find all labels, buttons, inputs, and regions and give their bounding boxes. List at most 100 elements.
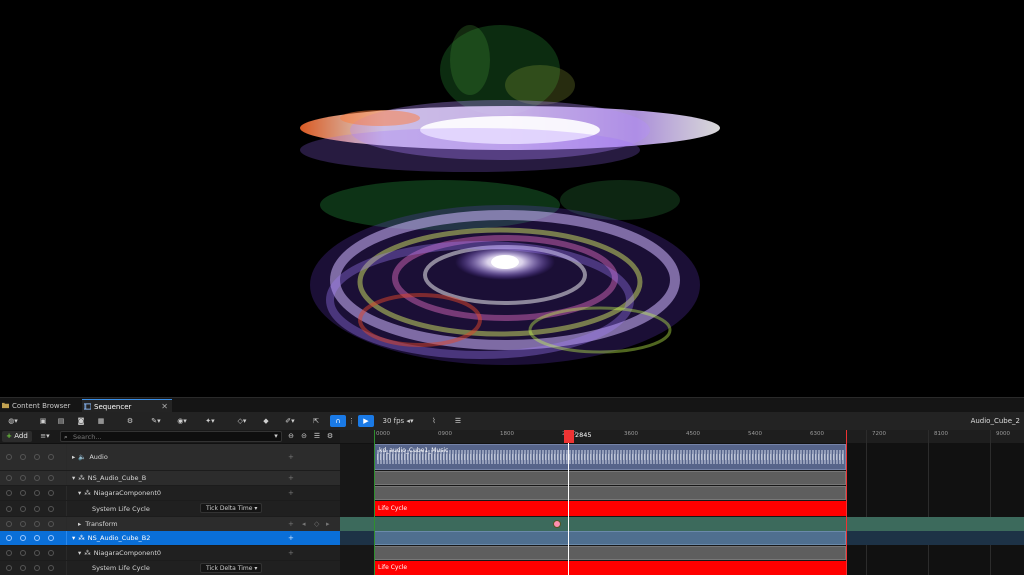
particle-render [300,25,720,365]
component-section[interactable] [374,486,846,500]
dropdown-value: Tick Delta Time [206,505,253,512]
next-key-icon[interactable]: ▸ [326,517,330,531]
row-controls [0,531,67,545]
level-viewport[interactable] [0,0,1024,397]
view-options-icon[interactable]: ◉▾ [172,415,192,427]
tick-delta-dropdown[interactable]: Tick Delta Time ▾ [200,503,262,513]
niagara-icon: ⁂ [78,534,85,542]
add-key-icon[interactable]: + [288,531,294,545]
row-controls [0,501,67,516]
outliner-row-niagara-component[interactable]: ▾ ⁂ NiagaraComponent0 + [0,486,340,500]
key-icon[interactable]: ◇ [314,517,319,531]
component-section-2[interactable] [374,546,846,560]
outliner-row-ns-audio-cube-b2[interactable]: ▾ ⁂ NS_Audio_Cube_B2 + [0,531,340,545]
collapse-icon[interactable]: ⊖ [286,430,296,442]
add-key-icon[interactable]: + [288,444,294,470]
save-as-icon[interactable]: ▤ [56,415,66,427]
timeline-options-icon[interactable]: ☰ [452,415,464,427]
row-label: System Life Cycle [92,501,150,516]
playhead-line[interactable] [568,430,569,575]
audio-section[interactable]: kd_audio_Cube1_Music [374,444,846,470]
search-input[interactable]: ⌕ Search... [60,431,282,442]
search-icon: ⌕ [64,433,68,441]
keyframe-icon[interactable]: ◆ [260,415,272,427]
outliner-row-transform[interactable]: ▸ Transform + ◂ ◇ ▸ [0,517,340,531]
add-key-icon[interactable]: + [288,471,294,485]
row-label: ▸ Transform [78,520,118,528]
folder-icon [2,402,9,409]
tick-label: 8100 [934,431,948,437]
row-controls [0,444,67,470]
life-cycle-section-2[interactable]: Life Cycle [374,561,846,575]
outliner-row-niagara-component-2[interactable]: ▾ ⁂ NiagaraComponent0 + [0,546,340,560]
chevron-down-icon[interactable]: ▾ [272,430,280,442]
time-ruler[interactable]: 0000 0900 1800 2700 3600 4500 5400 6300 … [340,430,1024,444]
tick-label: 7200 [872,431,886,437]
prev-key-icon[interactable]: ◂ [302,517,306,531]
life-cycle-section[interactable]: Life Cycle [374,501,846,516]
out-of-range-area [846,443,1024,575]
sequence-name: Audio_Cube_2 [970,417,1020,425]
curve-editor-icon[interactable]: ⌇ [428,415,440,427]
row-text: NiagaraComponent0 [93,549,162,557]
outliner-row-system-life-cycle-2[interactable]: System Life Cycle Tick Delta Time ▾ [0,561,340,575]
actor-section[interactable] [374,471,846,485]
add-label: Add [14,432,28,440]
keyframe-marker[interactable] [553,520,561,528]
pencil-icon[interactable]: ✐▾ [280,415,300,427]
tab-label: Content Browser [12,402,71,410]
sequencer-timeline[interactable]: 0000 0900 1800 2700 3600 4500 5400 6300 … [340,430,1024,575]
tab-content-browser[interactable]: Content Browser [0,399,88,413]
row-text: Audio [89,453,108,461]
playhead-handle[interactable] [564,430,574,443]
sequencer-icon [84,403,91,410]
row-label: System Life Cycle [92,561,150,575]
gear-icon[interactable]: ⚙ [325,430,335,442]
add-key-icon[interactable]: + [288,517,294,531]
render-movie-icon[interactable]: ▦ [96,415,106,427]
row-text: NiagaraComponent0 [93,489,162,497]
snap-icon[interactable]: ∩ [330,415,346,427]
cursor-icon[interactable]: ⇱ [310,415,322,427]
outliner-row-system-life-cycle[interactable]: System Life Cycle Tick Delta Time ▾ [0,501,340,516]
expand-icon[interactable]: ⊝ [299,430,309,442]
tick-label: 0900 [438,431,452,437]
playback-start-marker[interactable] [374,430,375,575]
row-label: ▸ 🔈 Audio [72,453,108,461]
actions-icon[interactable]: ⚙ [124,415,136,427]
tick-label: 4500 [686,431,700,437]
snap-options-icon[interactable]: ⋮ [348,415,355,427]
save-icon[interactable]: ▣ [38,415,48,427]
actor-section-2[interactable] [374,531,846,545]
grid-line [990,430,991,575]
playback-end-marker[interactable] [846,430,847,575]
outliner-row-ns-audio-cube-b[interactable]: ▾ ⁂ NS_Audio_Cube_B + [0,471,340,485]
row-text: NS_Audio_Cube_B [87,474,147,482]
audio-clip-label: kd_audio_Cube1_Music [379,447,449,454]
row-controls [0,517,67,531]
camera-icon[interactable]: ◙ [76,415,86,427]
tick-label: 1800 [500,431,514,437]
row-text: System Life Cycle [92,504,150,513]
add-key-icon[interactable]: + [288,486,294,500]
outliner-row-audio[interactable]: ▸ 🔈 Audio + [0,444,340,470]
row-text: Transform [85,520,118,528]
niagara-icon: ⁂ [78,474,85,482]
tick-delta-dropdown[interactable]: Tick Delta Time ▾ [200,563,262,573]
playback-options-icon[interactable]: ✦▾ [200,415,220,427]
fps-dropdown[interactable]: 30 fps ◂▾ [378,415,418,427]
key-options-icon[interactable]: ◇▾ [232,415,252,427]
life-cycle-label: Life Cycle [378,564,408,571]
add-key-icon[interactable]: + [288,546,294,560]
add-track-button[interactable]: + Add [2,431,32,442]
grid-line [928,430,929,575]
filter-icon[interactable]: ≡▾ [36,430,54,442]
playrate-icon[interactable]: ▶ [358,415,374,427]
component-icon: ⁂ [84,489,91,497]
menu-icon[interactable]: ☰ [312,430,322,442]
dropdown-value: Tick Delta Time [206,565,253,572]
speaker-icon: 🔈 [78,453,87,461]
transform-section[interactable] [340,517,1024,531]
tools-icon[interactable]: ✎▾ [146,415,166,427]
world-icon[interactable]: ◍▾ [4,415,22,427]
